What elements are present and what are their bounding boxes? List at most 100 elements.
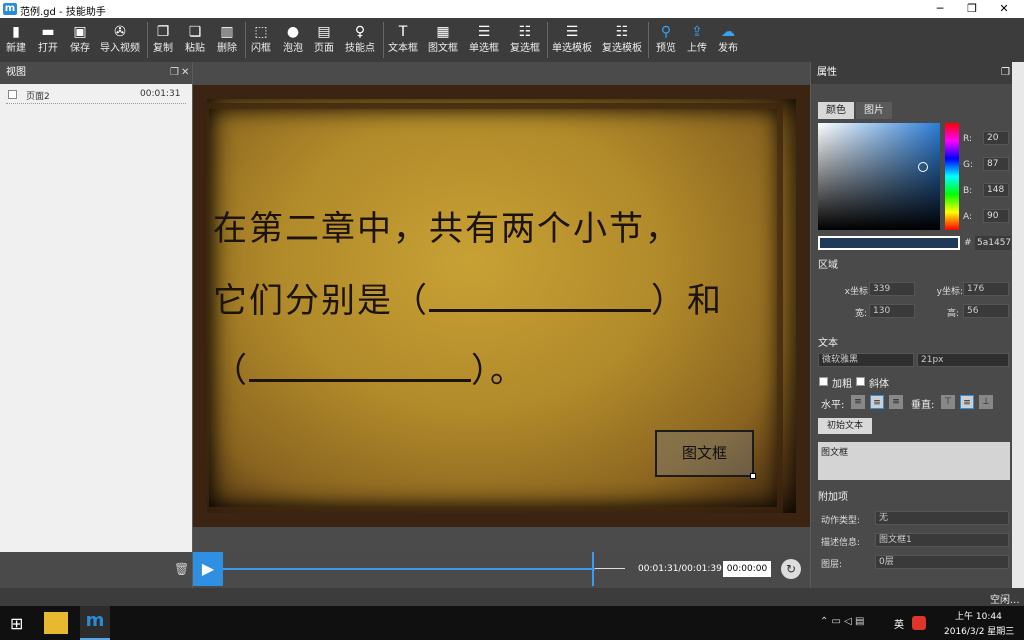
g-label: G:: [963, 160, 974, 170]
tab-color[interactable]: 颜色: [818, 102, 854, 119]
align-center-icon[interactable]: ≡: [870, 395, 884, 409]
height-input[interactable]: 56: [963, 304, 1009, 318]
view-panel-header: 视图 ❐ ✕: [0, 62, 192, 84]
color-cursor[interactable]: [918, 162, 928, 172]
save-button[interactable]: ▣ 保存: [66, 22, 94, 60]
answer-blank-1: [429, 282, 651, 312]
copy-button[interactable]: ❐ 复制: [150, 22, 176, 60]
time-input[interactable]: 00:00:00: [723, 561, 771, 577]
skill-point-button[interactable]: ♀ 技能点: [343, 22, 377, 60]
layer-input[interactable]: 0层: [875, 555, 1009, 569]
width-label: 宽:: [854, 309, 867, 319]
multi-choice-button[interactable]: ☷ 复选框: [508, 22, 542, 60]
align-middle-icon[interactable]: ≡: [960, 395, 974, 409]
restore-button[interactable]: ❐: [956, 0, 988, 18]
start-icon[interactable]: ⊞: [10, 614, 23, 633]
y-label: y坐标:: [936, 287, 963, 297]
trash-icon[interactable]: 🗑: [174, 562, 189, 576]
desc-input[interactable]: 图文框1: [875, 533, 1009, 547]
resize-handle[interactable]: [750, 473, 756, 479]
question-line-2: 它们分别是（ ）和: [213, 281, 723, 321]
upload-button[interactable]: ⇪ 上传: [685, 22, 709, 60]
timeline-playhead[interactable]: [592, 552, 594, 586]
bubble-button[interactable]: ● 泡泡: [280, 22, 306, 60]
preview-button[interactable]: ⚲ 预览: [654, 22, 678, 60]
b-input[interactable]: 148: [983, 183, 1009, 197]
italic-checkbox[interactable]: [856, 377, 865, 386]
clock-time[interactable]: 上午 10:44: [955, 609, 1002, 622]
bold-checkbox[interactable]: [819, 377, 828, 386]
font-size-select[interactable]: 21px: [917, 353, 1009, 367]
r-label: R:: [963, 134, 973, 144]
float-icon[interactable]: ❐: [1001, 62, 1010, 84]
g-input[interactable]: 87: [983, 157, 1009, 171]
play-button[interactable]: ▶: [193, 552, 223, 586]
image-text-box-button[interactable]: ▦ 图文框: [426, 22, 460, 60]
hex-label: #: [964, 238, 972, 248]
single-choice-button[interactable]: ☰ 单选框: [467, 22, 501, 60]
a-input[interactable]: 90: [983, 209, 1009, 223]
init-text-button[interactable]: 初始文本: [818, 418, 872, 434]
page-time: 00:01:31: [140, 89, 181, 99]
action-select[interactable]: 无: [875, 511, 1009, 525]
align-bottom-icon[interactable]: ⊥: [979, 395, 993, 409]
align-right-icon[interactable]: ≡: [889, 395, 903, 409]
new-button[interactable]: ▮ 新建: [4, 22, 28, 60]
minimize-button[interactable]: ─: [924, 0, 956, 18]
color-picker[interactable]: [818, 123, 940, 230]
paste-button[interactable]: ❏ 粘贴: [182, 22, 208, 60]
timeline-progress[interactable]: [223, 568, 595, 570]
page-name: 页面2: [26, 92, 50, 102]
a-label: A:: [963, 212, 973, 222]
align-top-icon[interactable]: ⊤: [941, 395, 955, 409]
speech-bubble-icon: ●: [286, 24, 300, 40]
r-input[interactable]: 20: [983, 131, 1009, 145]
list-item[interactable]: 页面2 00:01:31: [6, 88, 186, 104]
v-align-label: 垂直:: [911, 400, 935, 411]
text-box-button[interactable]: T 文本框: [386, 22, 420, 60]
trash-icon: ▥: [220, 24, 234, 40]
file-explorer-icon[interactable]: [44, 612, 68, 634]
clock-date[interactable]: 2016/3/2 星期三: [944, 624, 1014, 637]
text-content-field[interactable]: 图文框: [818, 442, 1010, 480]
page-checkbox[interactable]: [8, 90, 17, 99]
multi-template-button[interactable]: ☷ 复选模板: [602, 22, 642, 60]
file-new-icon: ▮: [12, 24, 20, 40]
flash-frame-button[interactable]: ⬚ 闪框: [248, 22, 274, 60]
font-select[interactable]: 微软雅黑: [818, 353, 914, 367]
image-text-box[interactable]: 图文框: [655, 430, 754, 477]
width-input[interactable]: 130: [869, 304, 915, 318]
extra-section: 附加项: [818, 492, 848, 503]
import-video-button[interactable]: ✇ 导入视频: [98, 22, 142, 60]
upload-icon: ⇪: [691, 24, 703, 40]
sogou-icon[interactable]: [912, 616, 926, 630]
action-label: 动作类型:: [821, 516, 861, 526]
title-bar: m 范例.gd - 技能助手 ─ ❐ ✕: [0, 0, 1024, 18]
hue-slider[interactable]: [945, 123, 959, 230]
y-input[interactable]: 176: [963, 282, 1009, 296]
timeline-time: 00:01:31/00:01:39: [638, 564, 722, 574]
height-label: 高:: [946, 309, 959, 319]
delete-button[interactable]: ▥ 删除: [214, 22, 240, 60]
slide-stage[interactable]: 在第二章中，共有两个小节， 它们分别是（ ）和 （）。 图文框: [193, 85, 810, 527]
float-icon[interactable]: ❐: [170, 62, 179, 84]
close-button[interactable]: ✕: [988, 0, 1020, 18]
ime-indicator[interactable]: 英: [894, 616, 904, 631]
tray-icons[interactable]: ⌃ ▭ ◁ ▤: [820, 616, 865, 627]
close-icon[interactable]: ✕: [181, 62, 189, 84]
refresh-icon[interactable]: ↻: [781, 559, 801, 579]
x-input[interactable]: 339: [869, 282, 915, 296]
properties-scrollbar[interactable]: [1012, 62, 1024, 588]
magnifier-icon: ⚲: [660, 24, 672, 40]
app-taskbar-icon[interactable]: m: [80, 606, 110, 640]
open-button[interactable]: ▬ 打开: [34, 22, 62, 60]
single-template-button[interactable]: ☰ 单选模板: [552, 22, 592, 60]
page-button[interactable]: ▤ 页面: [311, 22, 337, 60]
save-icon: ▣: [73, 24, 87, 40]
align-left-icon[interactable]: ≡: [851, 395, 865, 409]
toolbar-divider: [147, 22, 148, 58]
tab-image[interactable]: 图片: [856, 102, 892, 119]
hex-input[interactable]: 5a145794: [975, 236, 1011, 250]
timeline-track[interactable]: [595, 568, 625, 569]
publish-button[interactable]: ☁ 发布: [716, 22, 740, 60]
